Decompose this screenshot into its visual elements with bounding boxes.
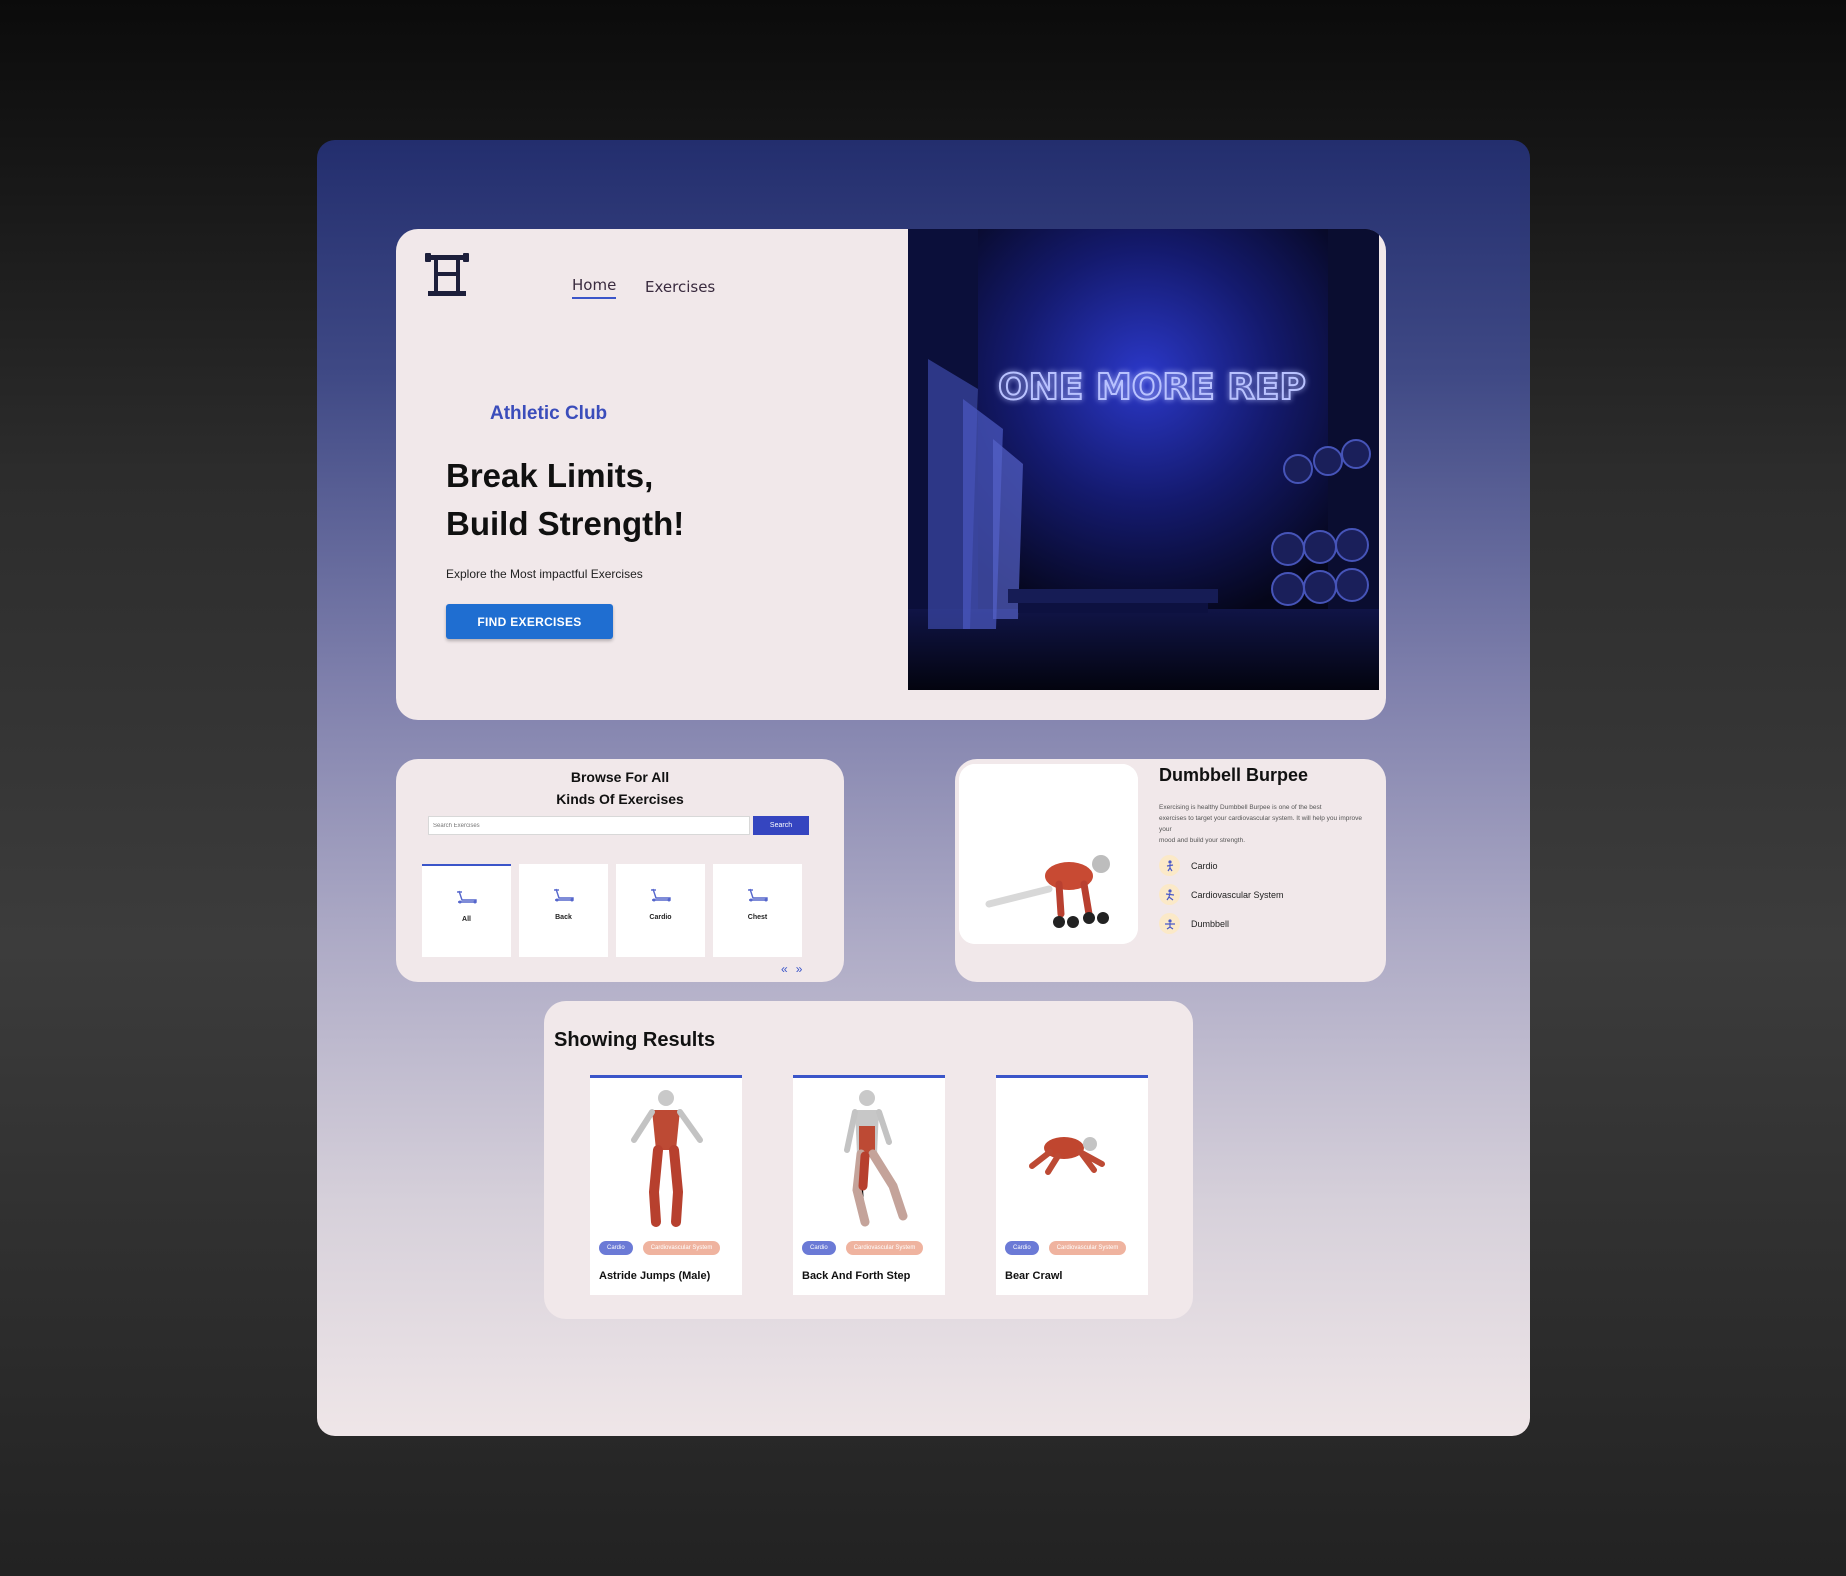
app-window: Home Exercises Athletic Club Break Limit…: [317, 140, 1530, 1436]
hero-headline-line2: Build Strength!: [446, 505, 685, 542]
category-card-all[interactable]: All: [422, 864, 511, 957]
target-muscle-icon: [1159, 884, 1180, 905]
exercise-tags: Cardio Cardiovascular System: [1005, 1241, 1127, 1255]
exercise-card-image: [631, 1090, 703, 1227]
exercise-name: Astride Jumps (Male): [599, 1270, 711, 1282]
carousel-arrows: «»: [781, 962, 810, 976]
category-card-cardio[interactable]: Cardio: [616, 864, 705, 957]
exercise-tags: Cardio Cardiovascular System: [599, 1241, 721, 1255]
exercise-card-image: [844, 1090, 908, 1227]
exercise-card[interactable]: Cardio Cardiovascular System Bear Crawl: [996, 1075, 1148, 1295]
treadmill-icon: [456, 890, 477, 904]
detail-tag-label: Dumbbell: [1191, 918, 1230, 929]
exercise-detail-image: [959, 764, 1138, 944]
hero-subtitle: Explore the Most impactful Exercises: [446, 567, 643, 581]
browse-title-line1: Browse For All: [570, 769, 670, 785]
hero-headline: Break Limits, Build Strength!: [446, 452, 684, 548]
description-line: mood and build your strength.: [1159, 837, 1245, 844]
results-section: Showing Results Cardio Cardiovascular Sy…: [544, 1001, 1193, 1319]
exercise-tags: Cardio Cardiovascular System: [802, 1241, 924, 1255]
treadmill-icon: [553, 888, 574, 902]
exercise-card[interactable]: Cardio Cardiovascular System Astride Jum…: [590, 1075, 742, 1295]
detail-tag-equipment: Dumbbell: [1159, 913, 1229, 934]
tag-pill-cardio[interactable]: Cardio: [802, 1241, 836, 1255]
hero-section: Home Exercises Athletic Club Break Limit…: [396, 229, 1386, 720]
category-label: Chest: [747, 914, 768, 921]
exercise-name: Back And Forth Step: [802, 1270, 911, 1282]
tag-pill-target[interactable]: Cardiovascular System: [642, 1241, 721, 1255]
barbell-rack-icon[interactable]: [425, 251, 469, 297]
description-line: your: [1159, 826, 1172, 833]
exercise-name: Bear Crawl: [1005, 1270, 1063, 1282]
nav-home-link[interactable]: Home: [572, 276, 617, 299]
find-exercises-button[interactable]: FIND EXERCISES: [446, 604, 613, 639]
hero-gym-image: ONE MORE REP: [908, 229, 1379, 690]
category-card-chest[interactable]: Chest: [713, 864, 802, 957]
exercise-detail-section: Dumbbell Burpee Exercising is healthy Du…: [955, 759, 1386, 982]
search-button[interactable]: Search: [753, 816, 809, 835]
body-part-icon: [1159, 855, 1180, 876]
exercise-card[interactable]: Cardio Cardiovascular System Back And Fo…: [793, 1075, 945, 1295]
category-card-back[interactable]: Back: [519, 864, 608, 957]
browse-title-line2: Kinds Of Exercises: [556, 791, 684, 807]
exercise-description: Exercising is healthy Dumbbell Burpee is…: [1159, 802, 1386, 846]
description-line: Exercising is healthy Dumbbell Burpee is…: [1159, 804, 1322, 811]
category-carousel: All Back Cardio Chest: [422, 864, 830, 958]
detail-tag-label: Cardiovascular System: [1191, 889, 1284, 900]
double-chevron-left-icon[interactable]: «: [781, 962, 796, 976]
exercise-card-image: [1029, 1137, 1105, 1175]
category-label: Back: [555, 914, 572, 921]
treadmill-icon: [650, 888, 671, 902]
hero-headline-line1: Break Limits,: [446, 457, 654, 494]
tag-pill-cardio[interactable]: Cardio: [1005, 1241, 1039, 1255]
category-label: Cardio: [649, 914, 672, 921]
browse-section: Browse For All Kinds Of Exercises Search…: [396, 759, 844, 982]
detail-tag-label: Cardio: [1191, 860, 1218, 871]
detail-tag-target: Cardiovascular System: [1159, 884, 1284, 905]
browse-title: Browse For All Kinds Of Exercises: [396, 766, 844, 810]
tag-pill-cardio[interactable]: Cardio: [599, 1241, 633, 1255]
equipment-icon: [1159, 913, 1180, 934]
hero-eyebrow: Athletic Club: [490, 403, 608, 424]
description-line: exercises to target your cardiovascular …: [1159, 815, 1363, 822]
treadmill-icon: [747, 888, 768, 902]
results-title: Showing Results: [554, 1029, 716, 1051]
double-chevron-right-icon[interactable]: »: [796, 962, 811, 976]
detail-tag-body-part: Cardio: [1159, 855, 1218, 876]
tag-pill-target[interactable]: Cardiovascular System: [1048, 1241, 1127, 1255]
tag-pill-target[interactable]: Cardiovascular System: [845, 1241, 924, 1255]
exercise-title: Dumbbell Burpee: [1159, 765, 1309, 785]
category-label: All: [462, 916, 471, 923]
nav-exercises-link[interactable]: Exercises: [645, 278, 715, 296]
neon-sign-text: ONE MORE REP: [998, 367, 1306, 408]
search-input[interactable]: [428, 816, 750, 835]
